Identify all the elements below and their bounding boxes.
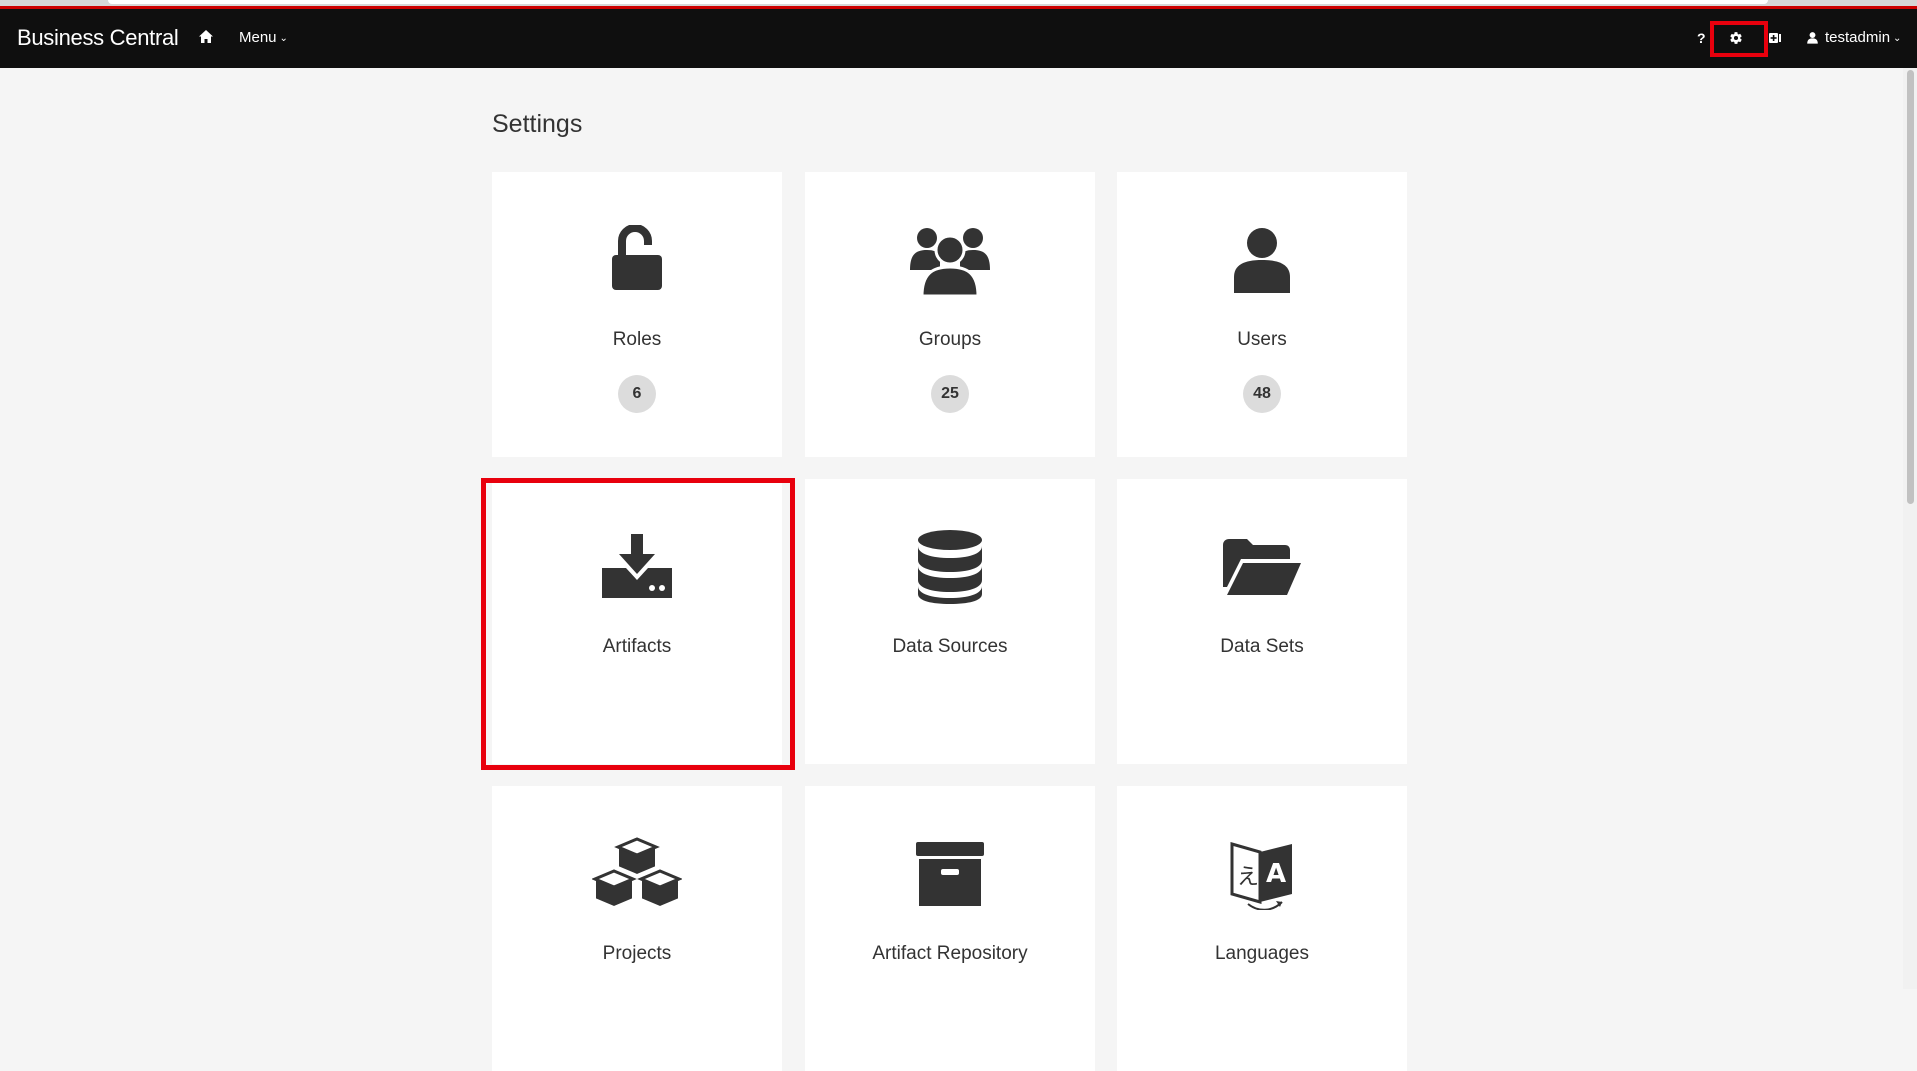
- browser-tab-edge: [108, 0, 1768, 4]
- scrollbar-thumb[interactable]: [1907, 70, 1914, 504]
- gear-icon[interactable]: [1729, 31, 1745, 47]
- language-icon: え A: [1117, 834, 1407, 914]
- card-label: Artifacts: [602, 636, 672, 657]
- lock-open-icon: [492, 220, 782, 300]
- user-dropdown[interactable]: testadmin ⌄: [1806, 29, 1901, 46]
- archive-icon: [805, 834, 1095, 914]
- help-button[interactable]: ?: [1697, 30, 1706, 46]
- card-artifact-repository[interactable]: Artifact Repository: [805, 786, 1095, 1071]
- svg-text:え: え: [1237, 865, 1259, 890]
- user-icon: [1117, 220, 1407, 300]
- card-data-sources[interactable]: Data Sources: [805, 479, 1095, 764]
- card-label: Data Sources: [892, 636, 1008, 657]
- menu-dropdown[interactable]: Menu ⌄: [239, 29, 288, 46]
- browser-top-strip: [0, 0, 1917, 9]
- card-groups[interactable]: Groups 25: [805, 172, 1095, 457]
- brand-title[interactable]: Business Central: [17, 25, 179, 51]
- home-icon[interactable]: [198, 29, 218, 47]
- card-label: Artifact Repository: [872, 943, 1028, 964]
- card-label: Projects: [602, 943, 672, 964]
- database-icon: [805, 527, 1095, 607]
- user-icon: [1807, 32, 1818, 44]
- card-label: Roles: [612, 329, 662, 350]
- card-data-sets[interactable]: Data Sets: [1117, 479, 1407, 764]
- card-projects[interactable]: Projects: [492, 786, 782, 1071]
- chevron-down-icon: ⌄: [1893, 33, 1902, 44]
- card-artifacts[interactable]: Artifacts: [492, 479, 782, 764]
- count-badge: 6: [618, 375, 656, 413]
- top-navbar: Business Central Menu ⌄ ? testadmin ⌄: [0, 9, 1917, 68]
- card-label: Data Sets: [1220, 636, 1304, 657]
- page-title: Settings: [492, 110, 583, 138]
- card-label: Languages: [1214, 943, 1310, 964]
- folder-open-icon: [1117, 527, 1407, 607]
- card-label: Groups: [918, 329, 982, 350]
- vertical-scrollbar[interactable]: [1903, 68, 1917, 989]
- count-badge: 25: [931, 375, 969, 413]
- card-languages[interactable]: え A Languages: [1117, 786, 1407, 1071]
- count-badge: 48: [1243, 375, 1281, 413]
- cubes-icon: [492, 834, 782, 914]
- plus-square-icon[interactable]: [1768, 31, 1784, 47]
- chevron-down-icon: ⌄: [279, 33, 288, 44]
- users-icon: [805, 220, 1095, 300]
- menu-label: Menu: [239, 29, 277, 46]
- card-roles[interactable]: Roles 6: [492, 172, 782, 457]
- user-name: testadmin: [1825, 29, 1891, 46]
- card-users[interactable]: Users 48: [1117, 172, 1407, 457]
- card-label: Users: [1237, 329, 1287, 350]
- svg-text:A: A: [1266, 859, 1286, 889]
- download-icon: [492, 527, 782, 607]
